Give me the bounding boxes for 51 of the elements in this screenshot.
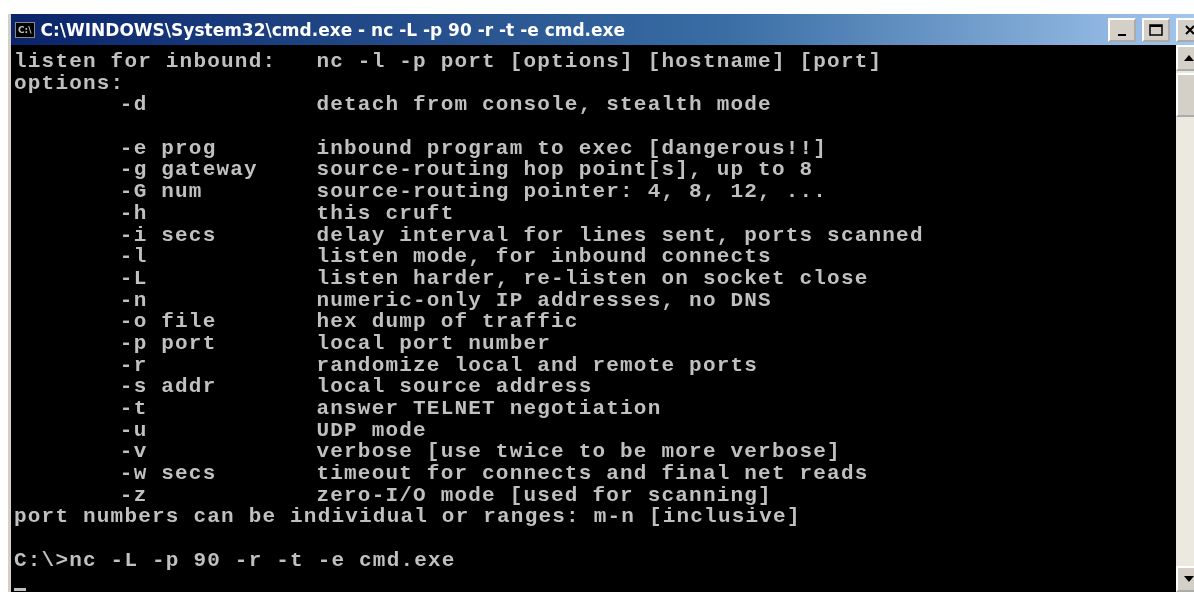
option-label: -n xyxy=(119,288,148,312)
option-label: -d xyxy=(119,93,148,117)
option-label: -t xyxy=(119,397,148,420)
close-icon xyxy=(1184,23,1194,36)
option-description: local port number xyxy=(316,332,552,355)
option-label: -z xyxy=(119,483,148,507)
option-description: listen mode, for inbound connects xyxy=(316,246,772,268)
option-label: -L xyxy=(119,266,148,290)
option-description: zero-I/O mode [used for scanning] xyxy=(316,484,772,507)
down-arrow-icon xyxy=(1184,576,1194,582)
option-description: detach from console, stealth mode xyxy=(316,94,772,117)
option-description: local source address xyxy=(316,376,593,398)
option-description: verbose [use twice to be more verbose] xyxy=(316,441,841,464)
console-text: port numbers can be individual or ranges: m-n [inclusive] xyxy=(14,506,801,529)
maximize-icon xyxy=(1149,23,1163,36)
usage-text: nc -l -p port [options] [hostname] [port] xyxy=(316,51,883,73)
option-label: -G num xyxy=(119,180,203,204)
option-label: -r xyxy=(119,353,148,377)
option-label: -p port xyxy=(119,331,217,355)
up-arrow-icon xyxy=(1184,55,1194,61)
option-description: numeric-only IP addresses, no DNS xyxy=(316,289,772,312)
option-description: answer TELNET negotiation xyxy=(316,398,662,420)
option-description: source-routing pointer: 4, 8, 12, ... xyxy=(316,181,828,203)
window-title: C:\WINDOWS\System32\cmd.exe - nc -L -p 90 -r -t -e cmd.exe xyxy=(40,19,627,40)
option-label: -e prog xyxy=(119,136,217,160)
maximize-button[interactable] xyxy=(1142,17,1170,42)
text-cursor xyxy=(14,587,26,591)
option-description: UDP mode xyxy=(316,419,427,442)
option-description: delay interval for lines sent, ports scanned xyxy=(316,224,924,247)
option-label: -h xyxy=(119,201,148,225)
option-label: -s addr xyxy=(119,375,217,399)
option-description: listen harder, re-listen on socket close xyxy=(316,267,869,290)
option-description: randomize local and remote ports xyxy=(316,354,759,377)
option-label: -o file xyxy=(119,310,217,334)
console-text: options: xyxy=(14,72,125,95)
option-label: -u xyxy=(119,418,148,442)
command-prompt: C:\>nc -L -p 90 -r -t -e cmd.exe xyxy=(14,549,456,572)
minimize-icon xyxy=(1118,33,1126,36)
option-description: this cruft xyxy=(316,202,455,225)
option-label: -l xyxy=(119,245,148,269)
minimize-button[interactable] xyxy=(1108,17,1136,42)
option-label: -w secs xyxy=(119,462,217,486)
option-description: timeout for connects and final net reads xyxy=(316,463,869,485)
option-label: -v xyxy=(119,440,148,464)
option-description: source-routing hop point[s], up to 8 xyxy=(316,159,814,182)
option-description: hex dump of traffic xyxy=(316,311,579,333)
usage-label: listen for inbound: xyxy=(14,51,278,73)
option-label: -i secs xyxy=(119,223,217,247)
option-description: inbound program to exec [dangerous!!] xyxy=(316,137,828,160)
option-label: -g gateway xyxy=(119,158,258,182)
window-icon: C:\ xyxy=(15,21,35,38)
